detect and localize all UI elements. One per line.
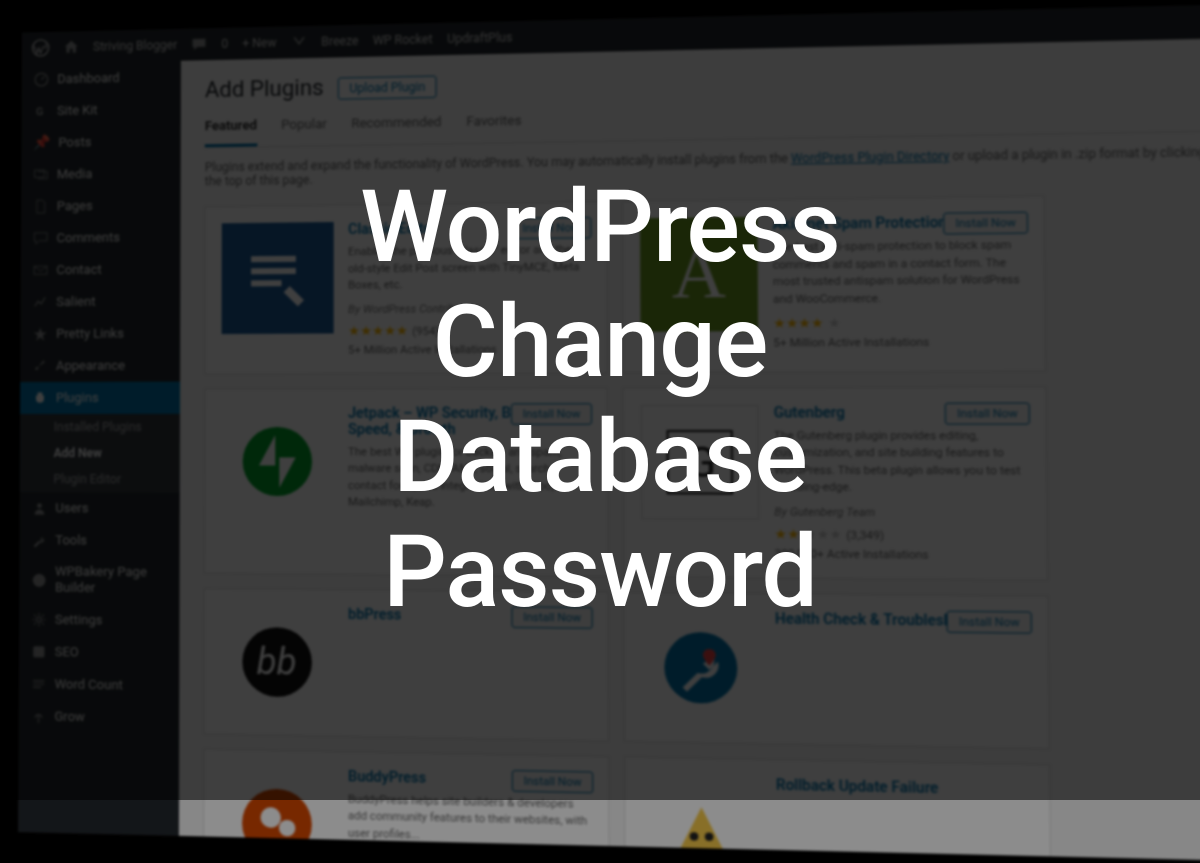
overlay-title: WordPress Change Database Password xyxy=(360,170,840,630)
title-overlay: WordPress Change Database Password xyxy=(0,0,1200,800)
